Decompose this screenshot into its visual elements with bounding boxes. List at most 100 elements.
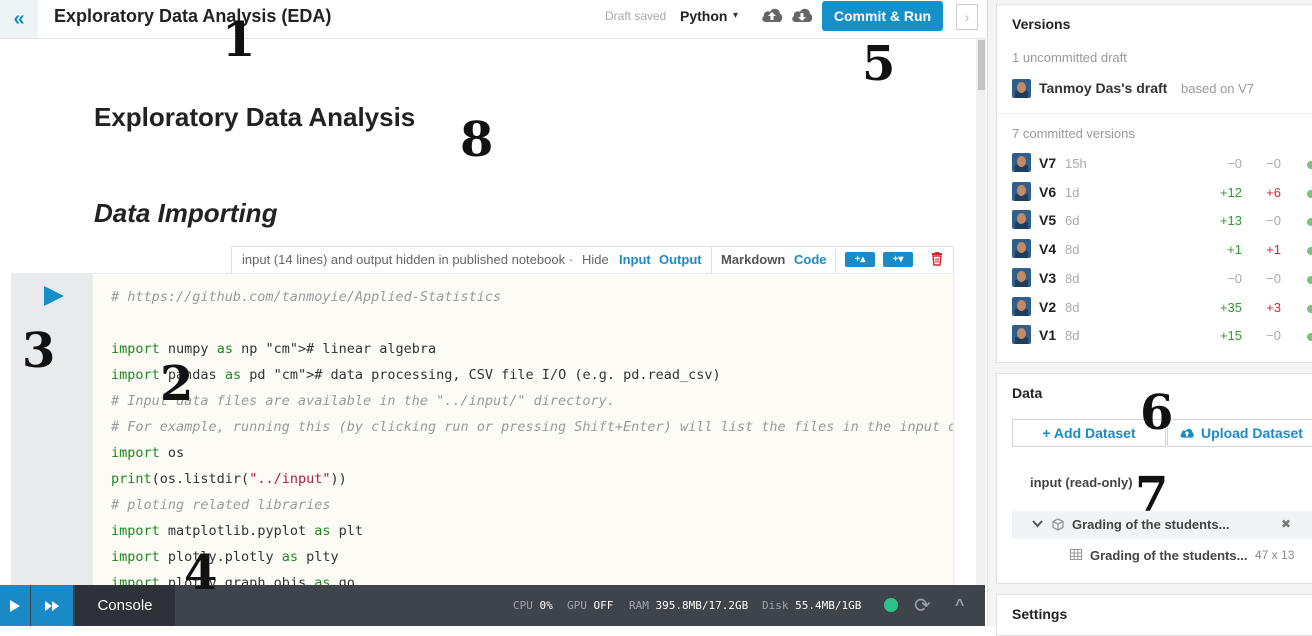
notebook-title[interactable]: Exploratory Data Analysis (EDA) bbox=[54, 6, 331, 27]
draft-name[interactable]: Tanmoy Das's draft bbox=[1039, 80, 1167, 96]
cloud-upload-icon[interactable] bbox=[761, 6, 783, 24]
version-label: V7 bbox=[1039, 155, 1057, 171]
annotation-number: 6 bbox=[1140, 385, 1174, 441]
lines-removed: −0 bbox=[1266, 328, 1281, 344]
double-chevron-left-icon: « bbox=[13, 7, 25, 30]
disk-usage: Disk 55.4MB/1GB bbox=[762, 599, 862, 612]
annotation-number: 1 bbox=[222, 12, 256, 68]
lines-removed: +1 bbox=[1266, 242, 1281, 258]
version-time: 1d bbox=[1065, 184, 1080, 200]
version-time: 15h bbox=[1065, 156, 1087, 171]
refresh-icon[interactable]: ⟳ bbox=[914, 593, 931, 618]
version-label: V3 bbox=[1039, 269, 1057, 286]
committed-count: 7 committed versions bbox=[1012, 126, 1135, 141]
cloud-upload-icon bbox=[1180, 428, 1194, 438]
collapse-sidebar-button[interactable]: « bbox=[0, 0, 38, 38]
avatar bbox=[1012, 210, 1031, 230]
settings-title: Settings bbox=[1012, 606, 1068, 622]
versions-card: Versions 1 uncommitted draft Tanmoy Das'… bbox=[996, 4, 1312, 363]
settings-card[interactable]: Settings bbox=[996, 594, 1312, 636]
chevron-right-icon: › bbox=[964, 9, 970, 25]
run-all-button[interactable] bbox=[31, 585, 73, 626]
expand-console-icon[interactable]: ^ bbox=[955, 597, 964, 615]
toolbar-divider bbox=[835, 247, 836, 273]
file-dimensions: 47 x 13 bbox=[1255, 548, 1295, 562]
code-cell-editor[interactable]: # https://github.com/tanmoyie/Applied-St… bbox=[93, 273, 954, 587]
version-row-v5[interactable]: V5 6d +13 −0 bbox=[997, 210, 1312, 234]
code-type-button[interactable]: Code bbox=[794, 252, 827, 267]
markdown-type-button[interactable]: Markdown bbox=[721, 252, 785, 267]
editor-scrollbar-track[interactable] bbox=[976, 39, 986, 585]
avatar bbox=[1012, 79, 1031, 98]
divider bbox=[997, 113, 1312, 114]
version-row-v1[interactable]: V1 8d +15 −0 bbox=[997, 325, 1312, 349]
language-select[interactable]: Python bbox=[680, 8, 727, 24]
hide-input-link[interactable]: Input bbox=[619, 252, 651, 267]
lines-removed: −0 bbox=[1266, 156, 1281, 171]
version-status-dot bbox=[1307, 247, 1312, 256]
remove-dataset-icon[interactable]: ✖ bbox=[1281, 517, 1291, 531]
chevron-down-icon[interactable] bbox=[1032, 520, 1043, 528]
version-row-v6[interactable]: V6 1d +12 +6 bbox=[997, 181, 1312, 206]
commit-and-run-button[interactable]: Commit & Run bbox=[822, 1, 943, 31]
input-folder-label[interactable]: input (read-only) bbox=[1030, 475, 1133, 490]
cell-visibility-info: input (14 lines) and output hidden in pu… bbox=[242, 252, 574, 267]
annotation-number: 3 bbox=[22, 323, 56, 379]
expand-panel-button[interactable]: › bbox=[956, 4, 978, 30]
editor-scrollbar-thumb[interactable] bbox=[978, 40, 985, 90]
upload-dataset-button[interactable]: Upload Dataset bbox=[1167, 419, 1312, 447]
version-status-dot bbox=[1307, 218, 1312, 227]
annotation-number: 8 bbox=[460, 112, 494, 168]
version-row-v2[interactable]: V2 8d +35 +3 bbox=[997, 296, 1312, 321]
lines-added: +15 bbox=[1219, 328, 1242, 344]
annotation-number: 5 bbox=[862, 36, 896, 92]
markdown-heading-main: Exploratory Data Analysis bbox=[94, 102, 416, 132]
code-line: import pandas as pd "cm"># data processi… bbox=[111, 367, 721, 383]
cloud-download-icon[interactable] bbox=[791, 6, 813, 24]
lines-removed: +3 bbox=[1266, 299, 1281, 315]
version-label: V6 bbox=[1039, 183, 1057, 200]
upload-dataset-label: Upload Dataset bbox=[1201, 425, 1303, 441]
lines-removed: −0 bbox=[1266, 270, 1281, 286]
code-line: import numpy as np "cm"># linear algebra bbox=[111, 341, 437, 357]
version-row-v4[interactable]: V4 8d +1 +1 bbox=[997, 239, 1312, 263]
trash-icon[interactable] bbox=[931, 252, 943, 266]
avatar bbox=[1012, 181, 1031, 201]
lines-added: +1 bbox=[1227, 242, 1242, 258]
draft-base: based on V7 bbox=[1181, 81, 1255, 96]
avatar bbox=[1012, 153, 1031, 172]
version-row-v3[interactable]: V3 8d −0 −0 bbox=[997, 267, 1312, 292]
add-cell-below-button[interactable]: +▾ bbox=[883, 252, 913, 267]
ram-usage: RAM 395.8MB/17.2GB bbox=[629, 599, 749, 612]
code-line: import matplotlib.pyplot as plt bbox=[111, 523, 363, 539]
play-icon bbox=[10, 599, 20, 612]
code-line: import os bbox=[111, 445, 185, 461]
version-label: V5 bbox=[1039, 212, 1057, 229]
kernel-status-indicator bbox=[884, 598, 898, 612]
annotation-number: 7 bbox=[1135, 467, 1169, 523]
version-status-dot bbox=[1307, 275, 1312, 284]
version-time: 8d bbox=[1065, 242, 1080, 258]
run-current-cell-button[interactable] bbox=[0, 585, 30, 626]
console-tab[interactable]: Console bbox=[75, 585, 175, 626]
dataset-file-row[interactable]: Grading of the students... 47 x 13 bbox=[1012, 542, 1312, 570]
markdown-heading-section: Data Importing bbox=[94, 198, 278, 228]
cell-toolbar: input (14 lines) and output hidden in pu… bbox=[231, 246, 954, 274]
gpu-usage: GPU OFF bbox=[567, 599, 614, 612]
lines-added: +35 bbox=[1219, 299, 1242, 315]
run-cell-icon[interactable] bbox=[44, 286, 64, 306]
lines-added: −0 bbox=[1227, 270, 1242, 286]
lines-added: +12 bbox=[1219, 184, 1242, 200]
data-title: Data bbox=[1012, 385, 1043, 401]
dataset-cube-icon bbox=[1052, 518, 1064, 531]
lines-added: +13 bbox=[1219, 213, 1242, 229]
hide-output-link[interactable]: Output bbox=[659, 252, 702, 267]
avatar bbox=[1012, 296, 1031, 316]
cpu-usage: CPU 0% bbox=[513, 599, 553, 612]
caret-down-icon[interactable]: ▾ bbox=[733, 10, 738, 21]
add-cell-above-button[interactable]: +▴ bbox=[845, 252, 875, 267]
toolbar-divider bbox=[711, 247, 712, 273]
version-label: V4 bbox=[1039, 241, 1057, 258]
annotation-number: 2 bbox=[160, 356, 194, 412]
version-row-v7[interactable]: V7 15h −0 −0 bbox=[997, 153, 1312, 177]
